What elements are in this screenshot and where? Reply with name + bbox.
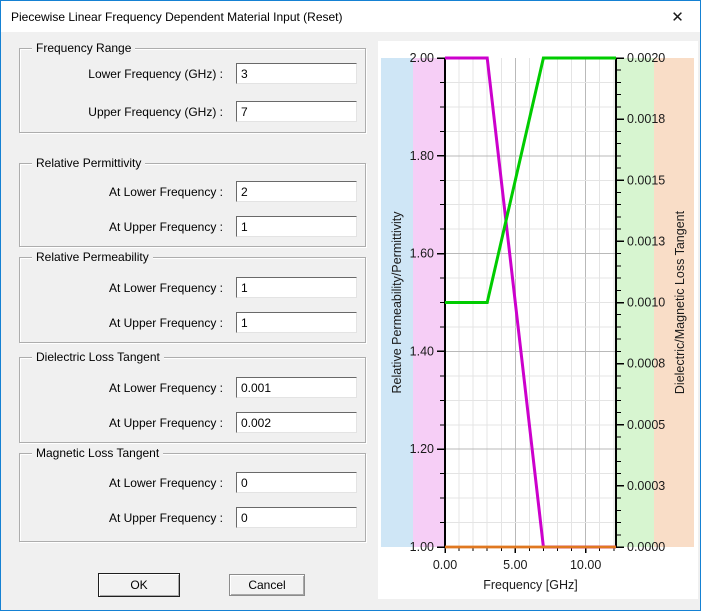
cancel-button[interactable]: Cancel bbox=[229, 574, 305, 596]
svg-text:0.0015: 0.0015 bbox=[627, 173, 665, 187]
group-magnetic-loss-tangent: Magnetic Loss Tangent At Lower Frequency… bbox=[19, 446, 366, 542]
permeability-lower-input[interactable] bbox=[236, 277, 357, 298]
permittivity-lower-input[interactable] bbox=[236, 181, 357, 202]
field-row: At Upper Frequency : bbox=[20, 312, 365, 333]
svg-text:0.0005: 0.0005 bbox=[627, 418, 665, 432]
magnetic-loss-lower-label: At Lower Frequency : bbox=[108, 476, 223, 490]
svg-text:0.0000: 0.0000 bbox=[627, 540, 665, 554]
dialog-window: Piecewise Linear Frequency Dependent Mat… bbox=[0, 0, 701, 611]
group-title: Frequency Range bbox=[32, 41, 136, 55]
svg-text:Dielectric/Magnetic Loss Tange: Dielectric/Magnetic Loss Tangent bbox=[673, 210, 687, 394]
svg-text:Relative Permeability/Permitti: Relative Permeability/Permittivity bbox=[390, 211, 404, 394]
svg-text:0.0020: 0.0020 bbox=[627, 51, 665, 65]
dielectric-loss-lower-label: At Lower Frequency : bbox=[108, 381, 223, 395]
lower-frequency-label: Lower Frequency (GHz) : bbox=[88, 67, 223, 81]
group-relative-permittivity: Relative Permittivity At Lower Frequency… bbox=[19, 156, 366, 247]
close-icon[interactable]: ✕ bbox=[655, 1, 700, 32]
dielectric-loss-lower-input[interactable] bbox=[236, 377, 357, 398]
magnetic-loss-upper-input[interactable] bbox=[236, 507, 357, 528]
material-frequency-chart: 2.00 1.80 1.60 1.40 1.20 1.00 0.0020 0.0018 0.00… bbox=[378, 41, 698, 599]
svg-text:2.00: 2.00 bbox=[410, 51, 434, 65]
field-row: At Lower Frequency : bbox=[20, 277, 365, 298]
field-row: Lower Frequency (GHz) : bbox=[20, 63, 365, 84]
dielectric-loss-upper-label: At Upper Frequency : bbox=[108, 416, 223, 430]
upper-frequency-label: Upper Frequency (GHz) : bbox=[88, 105, 223, 119]
svg-text:1.00: 1.00 bbox=[410, 540, 434, 554]
svg-text:1.80: 1.80 bbox=[410, 149, 434, 163]
group-frequency-range: Frequency Range Lower Frequency (GHz) : … bbox=[19, 41, 366, 133]
field-row: At Upper Frequency : bbox=[20, 507, 365, 528]
field-row: At Lower Frequency : bbox=[20, 472, 365, 493]
field-row: At Lower Frequency : bbox=[20, 181, 365, 202]
svg-text:0.0010: 0.0010 bbox=[627, 296, 665, 310]
group-title: Dielectric Loss Tangent bbox=[32, 350, 164, 364]
chart-canvas: 2.00 1.80 1.60 1.40 1.20 1.00 0.0020 0.0018 0.00… bbox=[381, 51, 694, 592]
dielectric-loss-upper-input[interactable] bbox=[236, 412, 357, 433]
field-row: At Lower Frequency : bbox=[20, 377, 365, 398]
svg-text:1.20: 1.20 bbox=[410, 442, 434, 456]
group-title: Relative Permittivity bbox=[32, 156, 146, 170]
field-row: At Upper Frequency : bbox=[20, 412, 365, 433]
permittivity-upper-label: At Upper Frequency : bbox=[108, 220, 223, 234]
svg-text:0.00: 0.00 bbox=[433, 558, 457, 572]
svg-text:0.0003: 0.0003 bbox=[627, 479, 665, 493]
upper-frequency-input[interactable] bbox=[236, 101, 357, 122]
svg-text:0.0018: 0.0018 bbox=[627, 112, 665, 126]
lower-frequency-input[interactable] bbox=[236, 63, 357, 84]
svg-text:5.00: 5.00 bbox=[503, 558, 527, 572]
svg-text:1.60: 1.60 bbox=[410, 247, 434, 261]
magnetic-loss-lower-input[interactable] bbox=[236, 472, 357, 493]
field-row: At Upper Frequency : bbox=[20, 216, 365, 237]
magnetic-loss-upper-label: At Upper Frequency : bbox=[108, 511, 223, 525]
group-title: Magnetic Loss Tangent bbox=[32, 446, 164, 460]
dialog-title: Piecewise Linear Frequency Dependent Mat… bbox=[11, 9, 343, 24]
titlebar[interactable]: Piecewise Linear Frequency Dependent Mat… bbox=[1, 1, 700, 32]
svg-text:0.0013: 0.0013 bbox=[627, 234, 665, 248]
svg-text:1.40: 1.40 bbox=[410, 344, 434, 358]
permittivity-upper-input[interactable] bbox=[236, 216, 357, 237]
field-row: Upper Frequency (GHz) : bbox=[20, 101, 365, 122]
group-title: Relative Permeability bbox=[32, 250, 153, 264]
group-relative-permeability: Relative Permeability At Lower Frequency… bbox=[19, 250, 366, 343]
svg-text:10.00: 10.00 bbox=[570, 558, 601, 572]
permeability-upper-input[interactable] bbox=[236, 312, 357, 333]
group-dielectric-loss-tangent: Dielectric Loss Tangent At Lower Frequen… bbox=[19, 350, 366, 443]
svg-text:0.0008: 0.0008 bbox=[627, 357, 665, 371]
permeability-upper-label: At Upper Frequency : bbox=[108, 316, 223, 330]
ok-button[interactable]: OK bbox=[98, 573, 180, 597]
permeability-lower-label: At Lower Frequency : bbox=[108, 281, 223, 295]
svg-text:Frequency [GHz]: Frequency [GHz] bbox=[483, 578, 577, 592]
permittivity-lower-label: At Lower Frequency : bbox=[108, 185, 223, 199]
